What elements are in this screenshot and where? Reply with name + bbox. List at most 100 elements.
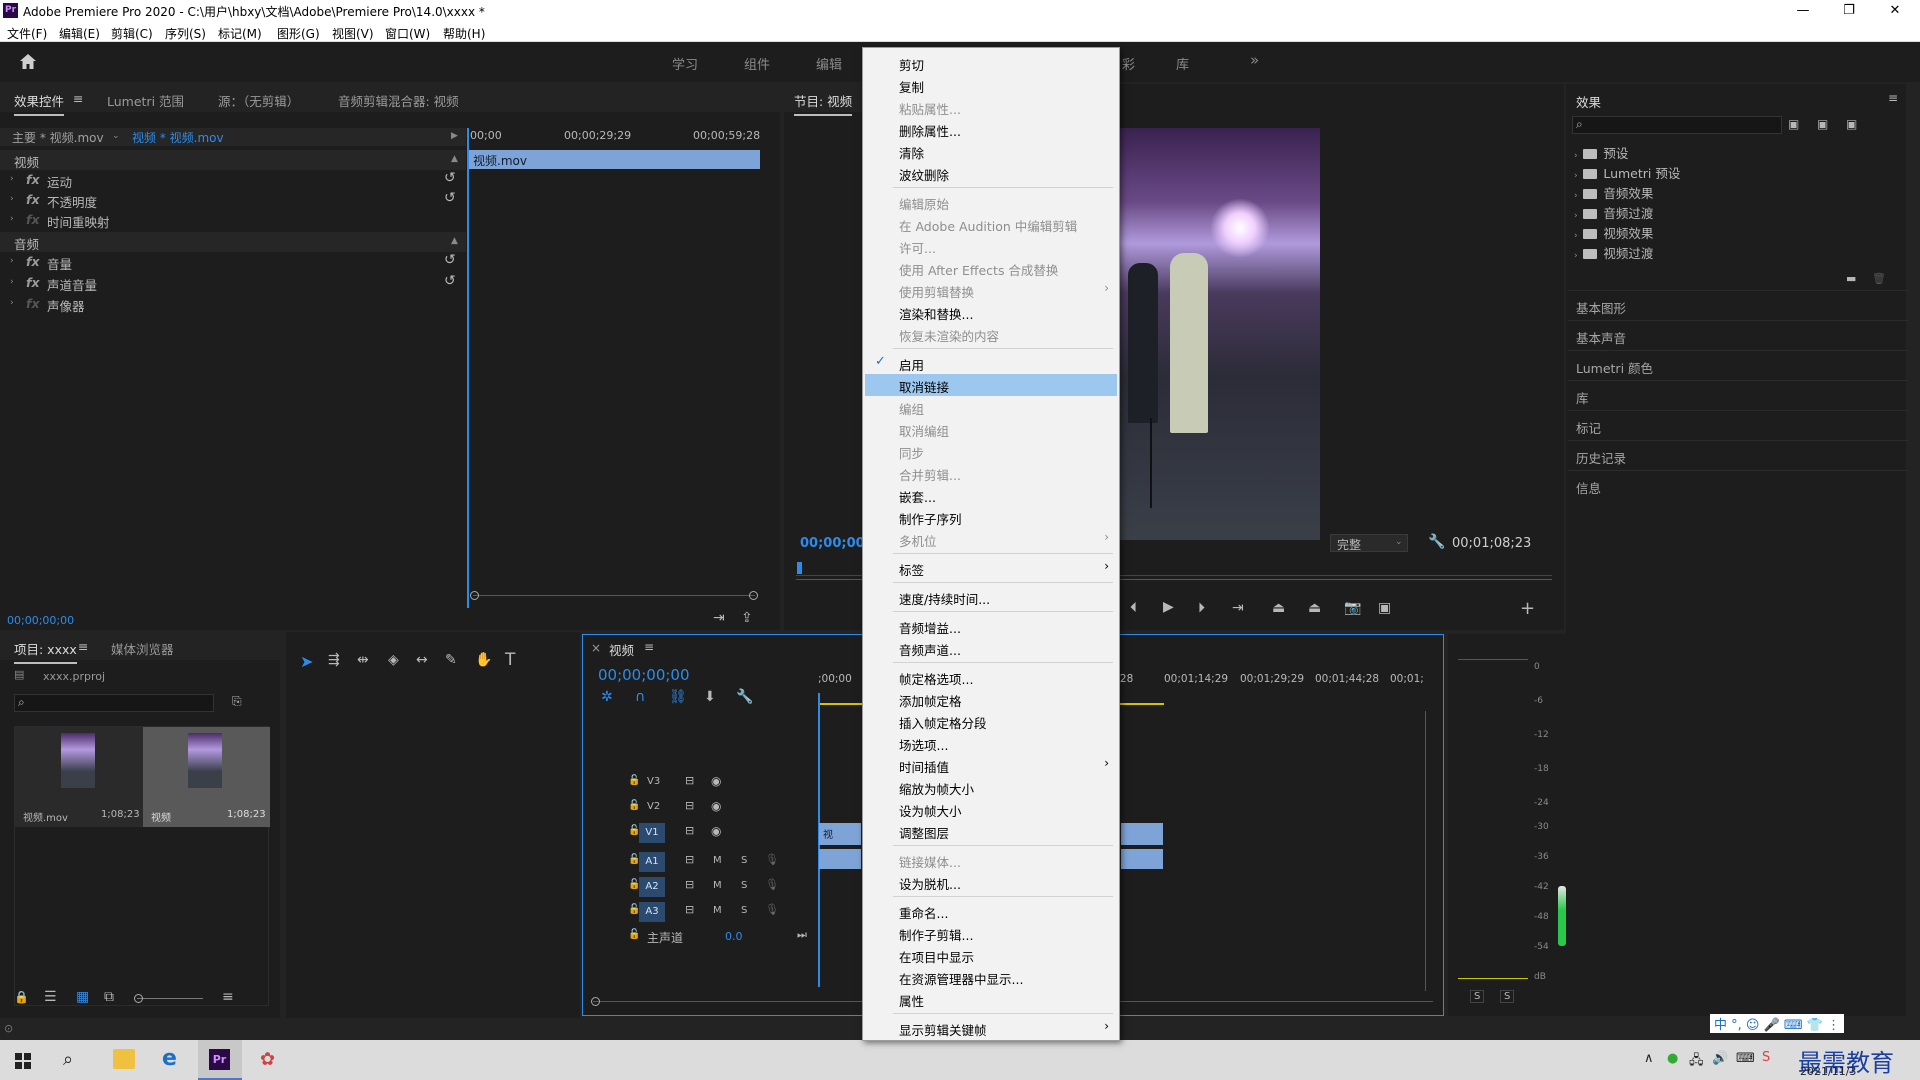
effect-controls-clip-bar[interactable]: 视频.mov — [468, 150, 760, 169]
project-item-selected[interactable]: 视频 1;08;23 — [143, 727, 270, 827]
workspaces-more-icon[interactable]: » — [1250, 51, 1259, 69]
ime-toolbar[interactable]: 中 °, ☺ 🎤 ⌨ 👕 ⋮ — [1710, 1014, 1845, 1033]
hand-icon[interactable]: ✋ — [475, 652, 492, 668]
context-menu-item[interactable]: 复制 — [865, 74, 1117, 96]
solo-button[interactable]: S — [741, 880, 747, 891]
master-clip-label[interactable]: 主要 * 视频.mov — [12, 129, 104, 146]
menu-clip[interactable]: 剪辑(C) — [111, 25, 153, 42]
mic-icon[interactable]: 🎙 — [765, 903, 779, 916]
audio-clip[interactable] — [819, 849, 861, 869]
expand-icon[interactable]: › — [10, 256, 14, 266]
mic-icon[interactable]: 🎙 — [765, 878, 779, 891]
context-menu-item[interactable]: 时间插值 › — [865, 754, 1117, 776]
context-menu-item[interactable]: 嵌套... — [865, 484, 1117, 506]
track-lock-icon[interactable]: 🔓 — [628, 929, 640, 940]
effects-folder[interactable]: › 音频过渡 — [1574, 203, 1653, 222]
panel-lumetri-color[interactable]: Lumetri 颜色 — [1568, 350, 1908, 379]
search-icon[interactable]: ⌕ — [63, 1049, 73, 1070]
zoom-scrollbar[interactable] — [473, 595, 755, 596]
extract-icon[interactable]: ⏏ — [1308, 600, 1321, 616]
file-explorer-icon[interactable] — [113, 1049, 135, 1069]
step-forward-icon[interactable]: ⏵ — [1198, 600, 1205, 616]
32bit-effects-icon[interactable]: ▣ — [1817, 117, 1828, 131]
panel-history[interactable]: 历史记录 — [1568, 440, 1908, 469]
context-menu-item[interactable]: 重命名... — [865, 900, 1117, 922]
sync-lock-icon[interactable]: ⊟ — [685, 824, 694, 837]
effects-menu-icon[interactable]: ≡ — [1888, 91, 1898, 105]
reset-icon[interactable]: ↺ — [444, 190, 456, 206]
effect-row-opacity[interactable]: › fx 不透明度 ↺ — [0, 190, 466, 210]
program-video-frame[interactable] — [1120, 128, 1320, 540]
effect-controls-timecode[interactable]: 00;00;00;00 — [7, 614, 74, 627]
expand-icon[interactable]: › — [10, 277, 14, 287]
effect-row-motion[interactable]: › fx 运动 ↺ — [0, 170, 466, 190]
add-button-icon[interactable]: + — [1520, 598, 1535, 619]
sync-lock-icon[interactable]: ⊟ — [685, 774, 694, 787]
nest-icon[interactable]: ✲ — [601, 689, 613, 705]
sequence-clip-label[interactable]: 视频 * 视频.mov — [132, 129, 224, 146]
workspace-libraries[interactable]: 库 — [1176, 54, 1189, 73]
restore-button[interactable]: ❐ — [1834, 2, 1864, 20]
zoom-slider-handle[interactable] — [134, 994, 143, 1003]
context-menu-item[interactable]: 音频声道... — [865, 637, 1117, 659]
effect-row-time-remapping[interactable]: › fx 时间重映射 — [0, 210, 466, 230]
panel-info[interactable]: 信息 — [1568, 470, 1908, 499]
panel-libraries[interactable]: 库 — [1568, 380, 1908, 409]
sync-lock-icon[interactable]: ⊟ — [685, 799, 694, 812]
track-label[interactable]: V2 — [647, 801, 660, 812]
reset-icon[interactable]: ↺ — [444, 252, 456, 268]
accelerated-effects-icon[interactable]: ▣ — [1788, 117, 1799, 131]
project-menu-icon[interactable]: ≡ — [78, 639, 88, 654]
tray-app-icon[interactable]: ● — [1667, 1051, 1678, 1066]
menu-marker[interactable]: 标记(M) — [218, 25, 262, 42]
pen-icon[interactable]: ✎ — [445, 652, 457, 668]
timeline-menu-icon[interactable]: ≡ — [644, 640, 654, 654]
sync-lock-icon[interactable]: ⊟ — [685, 853, 694, 866]
menu-help[interactable]: 帮助(H) — [443, 25, 485, 42]
yuv-effects-icon[interactable]: ▣ — [1846, 117, 1857, 131]
fx-icon[interactable]: fx — [26, 254, 40, 269]
selection-tool-icon[interactable]: ➤ — [300, 652, 313, 671]
timeline-close-icon[interactable]: × — [591, 641, 601, 655]
menu-sequence[interactable]: 序列(S) — [165, 25, 206, 42]
type-tool-icon[interactable]: T — [505, 650, 515, 670]
effects-folder[interactable]: › 视频效果 — [1574, 223, 1653, 242]
solo-button[interactable]: S — [741, 855, 747, 866]
tab-audio-clip-mixer[interactable]: 音频剪辑混合器: 视频 — [338, 91, 459, 110]
context-menu-item[interactable]: ✓ 启用 — [865, 352, 1117, 374]
effect-row-panner[interactable]: › fx 声像器 — [0, 294, 466, 314]
master-volume-value[interactable]: 0.0 — [725, 930, 743, 943]
workspace-assembly[interactable]: 组件 — [744, 54, 770, 73]
effects-folder[interactable]: › Lumetri 预设 — [1574, 163, 1680, 182]
menu-window[interactable]: 窗口(W) — [385, 25, 430, 42]
zoom-slider[interactable] — [137, 998, 203, 999]
tray-up-icon[interactable]: ∧ — [1644, 1051, 1654, 1066]
solo-button[interactable]: S — [1500, 990, 1515, 1003]
audio-meter[interactable] — [1458, 659, 1528, 979]
sort-icon[interactable]: ≡ — [222, 989, 234, 1005]
context-menu-item[interactable]: 制作子剪辑... — [865, 922, 1117, 944]
video-clip-end[interactable] — [1121, 823, 1163, 845]
track-target-a1[interactable]: A1 — [639, 852, 665, 872]
context-menu-item[interactable]: 取消链接 — [865, 374, 1117, 396]
solo-button[interactable]: S — [741, 905, 747, 916]
panel-essential-sound[interactable]: 基本声音 — [1568, 320, 1908, 349]
context-menu-item[interactable]: 调整图层 — [865, 820, 1117, 842]
eye-icon[interactable]: ◉ — [711, 824, 721, 838]
sync-lock-icon[interactable]: ⊟ — [685, 878, 694, 891]
new-bin-icon[interactable]: ⎘ — [232, 694, 242, 709]
effects-folder[interactable]: › 音频效果 — [1574, 183, 1653, 202]
edge-browser-icon[interactable]: e — [162, 1046, 177, 1071]
context-menu-item[interactable]: 显示剪辑关键帧 › — [865, 1017, 1117, 1039]
program-playhead[interactable] — [797, 562, 802, 574]
workspace-color[interactable]: 彩 — [1122, 54, 1135, 73]
trash-icon[interactable]: 🗑 — [1872, 272, 1886, 285]
network-icon[interactable]: 🖧 — [1689, 1051, 1704, 1073]
video-clip[interactable]: 视 — [819, 823, 861, 845]
scroll-handle-left[interactable] — [591, 997, 600, 1006]
play-only-icon[interactable]: ▶ — [451, 131, 458, 141]
effect-controls-ruler[interactable]: 00;00 00;00;29;29 00;00;59;28 — [468, 128, 760, 146]
context-menu-item[interactable]: 音频增益... — [865, 615, 1117, 637]
fx-icon[interactable]: fx — [26, 192, 40, 207]
context-menu-item[interactable]: 属性 — [865, 988, 1117, 1010]
